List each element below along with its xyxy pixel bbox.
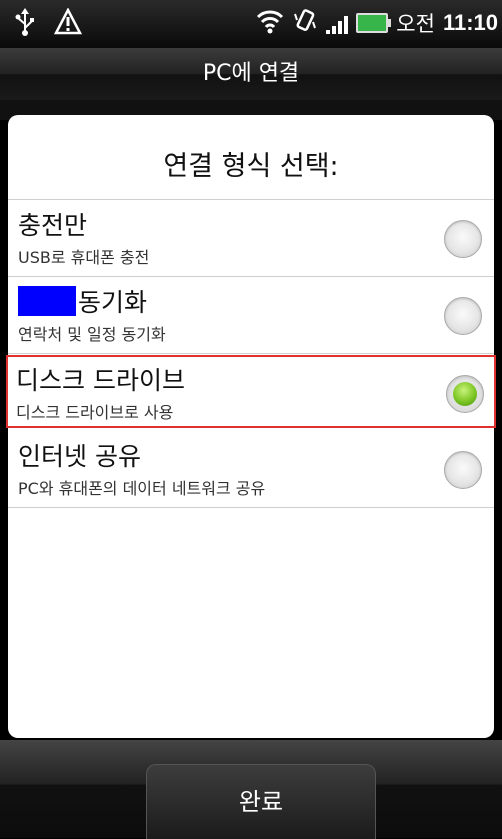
option-title: 충전만: [18, 211, 88, 240]
signal-icon: [326, 12, 349, 34]
option-subtitle: 디스크 드라이브로 사용: [16, 403, 174, 422]
status-time: 11:10: [442, 10, 498, 35]
status-ampm: 오전: [396, 12, 435, 36]
redaction-block: [18, 286, 76, 316]
radio-button[interactable]: [444, 297, 482, 335]
dialog-header: 연결 형식 선택:: [8, 115, 494, 200]
battery-icon: [356, 13, 392, 33]
status-bar: 오전 11:10: [0, 0, 502, 48]
option-charge-only[interactable]: 충전만 USB로 휴대폰 충전: [8, 200, 494, 277]
bottom-bar: 완료: [0, 740, 502, 839]
connection-type-dialog: 연결 형식 선택: 충전만 USB로 휴대폰 충전 동기화 연락처 및 일정 동…: [6, 115, 496, 738]
radio-button-selected[interactable]: [446, 375, 484, 413]
warning-icon: [53, 7, 83, 40]
page-title: PC에 연결: [202, 61, 300, 86]
done-button[interactable]: 완료: [146, 764, 376, 839]
radio-button[interactable]: [444, 220, 482, 258]
option-subtitle: USB로 휴대폰 충전: [18, 248, 150, 267]
option-title: 디스크 드라이브: [16, 366, 185, 395]
title-bar: PC에 연결: [0, 48, 502, 101]
option-title: 인터넷 공유: [18, 442, 141, 471]
option-internet-sharing[interactable]: 인터넷 공유 PC와 휴대폰의 데이터 네트워크 공유: [8, 431, 494, 508]
vibrate-icon: [292, 8, 318, 38]
option-list: 충전만 USB로 휴대폰 충전 동기화 연락처 및 일정 동기화 디스크 드라이…: [6, 200, 496, 508]
usb-icon: [14, 8, 36, 40]
option-sync[interactable]: 동기화 연락처 및 일정 동기화: [8, 277, 494, 354]
option-subtitle: PC와 휴대폰의 데이터 네트워크 공유: [18, 479, 266, 498]
option-title-row: 동기화: [18, 283, 147, 319]
option-title: 동기화: [78, 288, 148, 317]
option-subtitle: 연락처 및 일정 동기화: [18, 325, 166, 344]
radio-button[interactable]: [444, 451, 482, 489]
option-disk-drive[interactable]: 디스크 드라이브 디스크 드라이브로 사용: [6, 355, 496, 428]
wifi-icon: [256, 8, 284, 38]
